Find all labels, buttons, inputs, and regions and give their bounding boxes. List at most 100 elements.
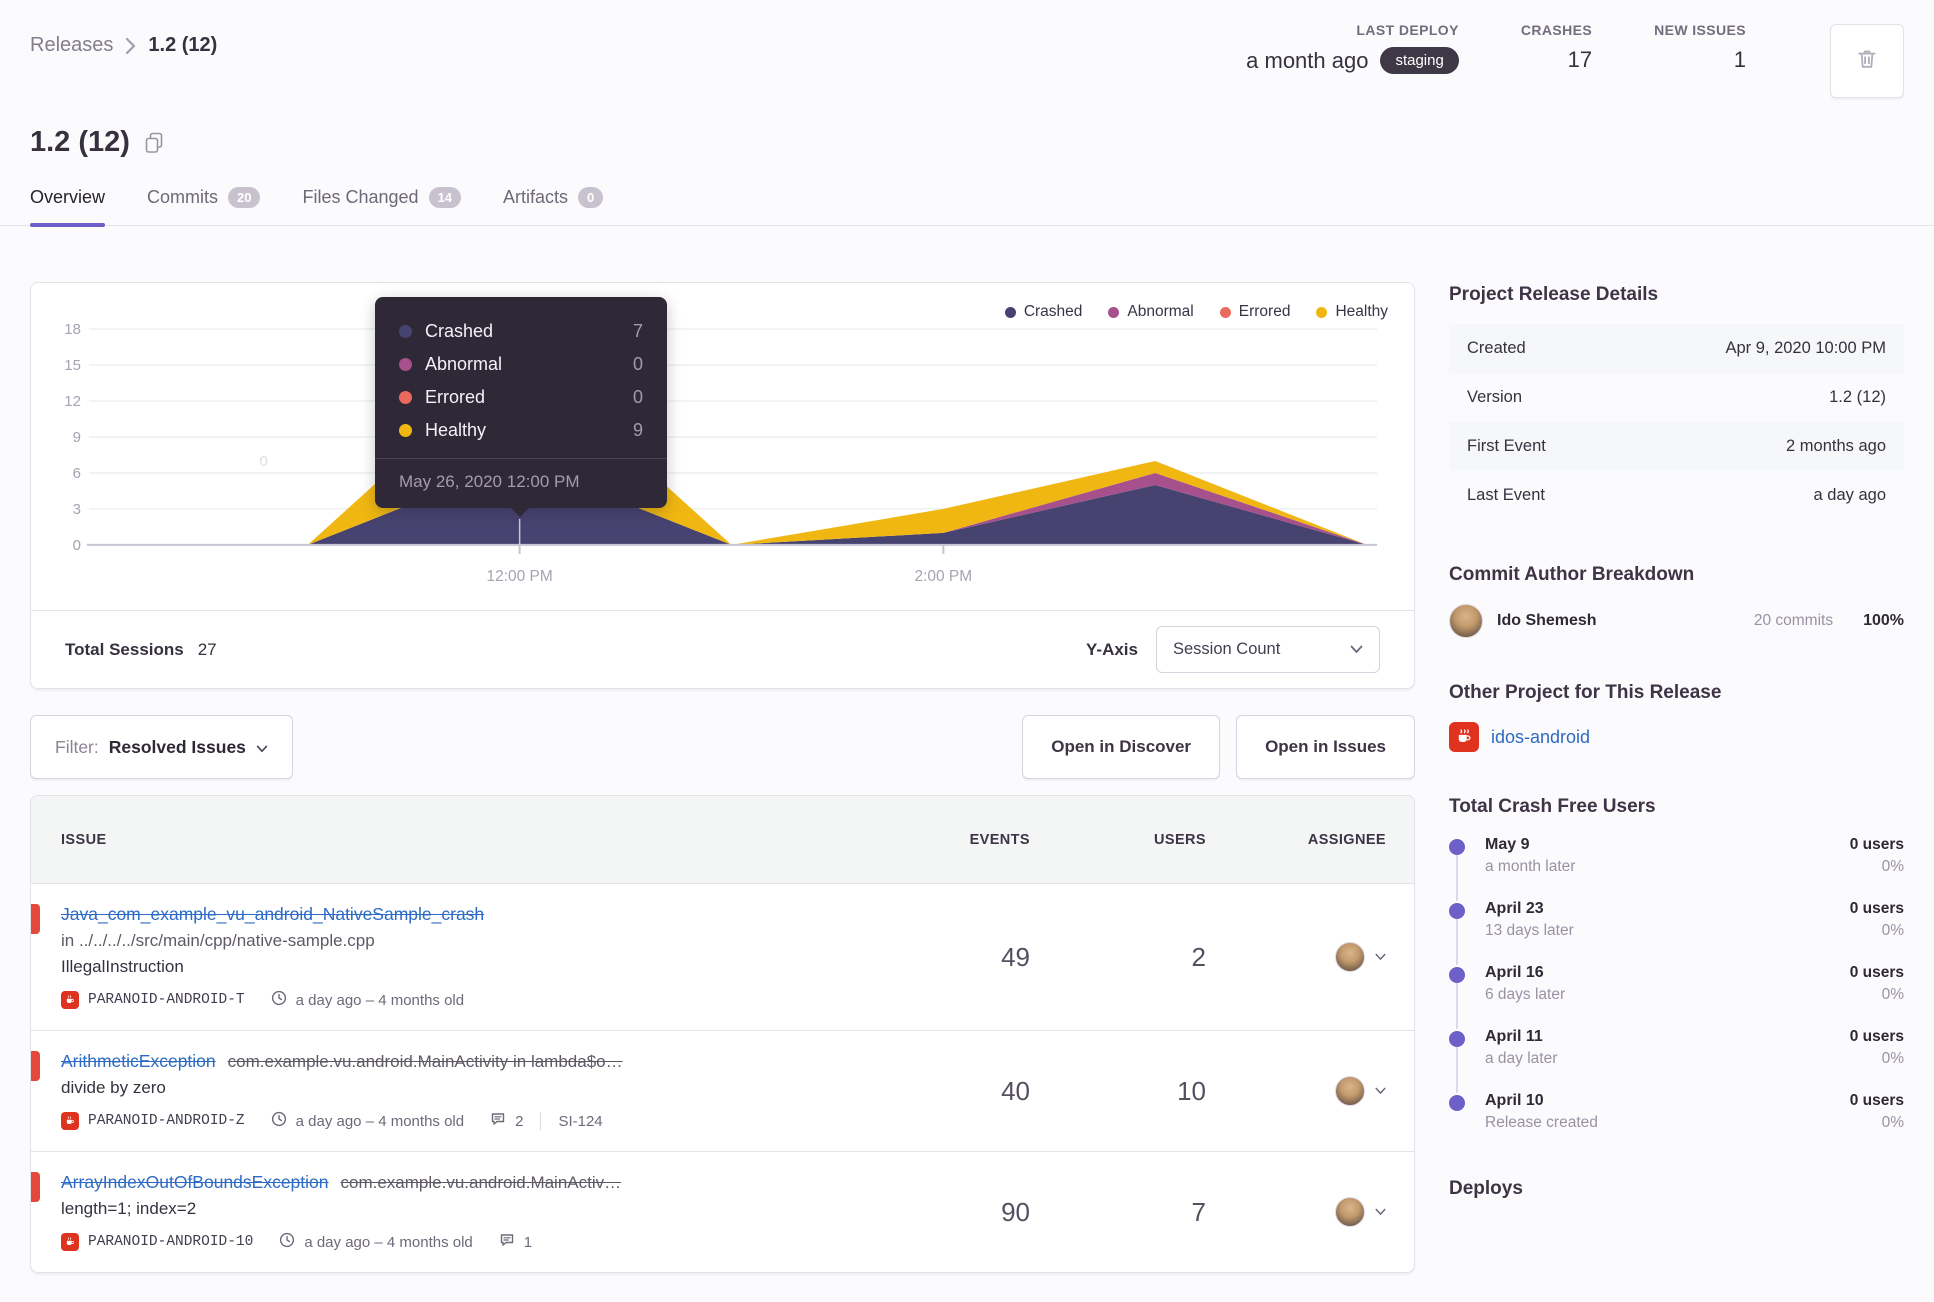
legend-item-errored[interactable]: Errored (1219, 303, 1290, 321)
tab-commits[interactable]: Commits 20 (147, 187, 261, 225)
chevron-down-icon (1375, 1203, 1386, 1221)
tab-overview[interactable]: Overview (30, 187, 106, 227)
delete-release-button[interactable] (1830, 24, 1904, 98)
timeline-date: April 10 (1485, 1092, 1544, 1109)
timeline-percent: 0% (1881, 1114, 1904, 1131)
page-title: 1.2 (12) (30, 126, 130, 158)
issue-title-link[interactable]: Java_com_example_vu_android_NativeSample… (61, 904, 484, 924)
copy-version-button[interactable] (144, 132, 164, 154)
tab-commits-label: Commits (147, 187, 219, 207)
svg-text:2:00 PM: 2:00 PM (915, 568, 973, 585)
list-item: April 16 6 days later 0 users 0% (1449, 964, 1904, 1029)
timeline-users: 0 users (1849, 964, 1904, 981)
tab-files-changed[interactable]: Files Changed 14 (302, 187, 462, 225)
detail-value: a day ago (1813, 486, 1886, 504)
assignee-dropdown[interactable] (1206, 942, 1386, 972)
issue-title-link[interactable]: ArithmeticException (61, 1051, 216, 1071)
legend-item-crashed[interactable]: Crashed (1004, 303, 1082, 321)
crash-free-timeline: May 9 a month later 0 users 0% April 23 … (1449, 836, 1904, 1132)
open-in-discover-button[interactable]: Open in Discover (1022, 715, 1221, 779)
issue-culprit: com.example.vu.android.MainActiv… (340, 1173, 622, 1192)
detail-value: 1.2 (12) (1829, 388, 1886, 406)
new-issues-label: NEW ISSUES (1654, 22, 1746, 38)
other-project-link[interactable]: idos-android (1491, 727, 1590, 748)
svg-text:9: 9 (73, 429, 81, 446)
project-avatar-icon (61, 991, 79, 1009)
y-axis-label: Y-Axis (1086, 639, 1138, 659)
unhandled-marker (31, 1172, 40, 1202)
healthy-dot-icon (1316, 306, 1328, 318)
detail-value: 2 months ago (1786, 437, 1886, 455)
total-sessions-label: Total Sessions (65, 639, 184, 659)
title-row: 1.2 (12) (30, 126, 1904, 159)
project-slug[interactable]: PARANOID-ANDROID-T (88, 992, 245, 1008)
timeline-date: May 9 (1485, 836, 1530, 853)
divider (540, 1112, 542, 1130)
open-in-issues-button[interactable]: Open in Issues (1236, 715, 1415, 779)
legend-healthy-label: Healthy (1335, 303, 1388, 320)
ticket-link[interactable]: SI-124 (558, 1113, 602, 1130)
timeline-users: 0 users (1849, 1028, 1904, 1045)
issue-age: a day ago – 4 months old (304, 1233, 473, 1251)
detail-label: Version (1467, 388, 1523, 406)
table-row: ArrayIndexOutOfBoundsException com.exampl… (31, 1152, 1414, 1272)
timeline-users: 0 users (1849, 836, 1904, 853)
issue-cell: ArrayIndexOutOfBoundsException com.exampl… (61, 1172, 910, 1252)
project-slug[interactable]: PARANOID-ANDROID-10 (88, 1234, 253, 1250)
author-commit-count: 20 commits (1753, 612, 1834, 629)
chevron-down-icon (1375, 1082, 1386, 1100)
timeline-users: 0 users (1849, 900, 1904, 917)
project-avatar-icon (1449, 722, 1479, 752)
assignee-dropdown[interactable] (1206, 1076, 1386, 1106)
legend-item-abnormal[interactable]: Abnormal (1108, 303, 1194, 321)
author-name: Ido Shemesh (1497, 612, 1597, 629)
clock-icon (271, 1111, 287, 1131)
crashed-dot-icon (1004, 306, 1016, 318)
chart-footer: Total Sessions 27 Y-Axis Session Count (31, 610, 1414, 688)
breadcrumb-chevron-icon (125, 37, 136, 55)
open-in-issues-label: Open in Issues (1265, 737, 1386, 756)
deploys-title: Deploys (1449, 1178, 1523, 1199)
issue-title-link[interactable]: ArrayIndexOutOfBoundsException (61, 1172, 329, 1192)
header-stats: LAST DEPLOY a month ago staging CRASHES … (1246, 22, 1904, 98)
y-axis-select[interactable]: Session Count (1156, 626, 1380, 673)
issues-table: ISSUE EVENTS USERS ASSIGNEE Java_com_exa… (30, 795, 1415, 1273)
issues-filter-dropdown[interactable]: Filter: Resolved Issues (30, 715, 293, 779)
other-project-title: Other Project for This Release (1449, 682, 1722, 703)
svg-text:0: 0 (73, 537, 81, 554)
column-header-issue: ISSUE (61, 831, 107, 848)
timeline-sub: a month later (1485, 858, 1576, 875)
breadcrumb-releases-link[interactable]: Releases (30, 34, 113, 57)
avatar (1449, 604, 1483, 638)
timeline-percent: 0% (1881, 1050, 1904, 1067)
legend-item-healthy[interactable]: Healthy (1316, 303, 1388, 321)
avatar (1335, 1197, 1365, 1227)
unhandled-marker (31, 1051, 40, 1081)
tab-overview-label: Overview (30, 187, 106, 207)
assignee-dropdown[interactable] (1206, 1197, 1386, 1227)
commit-author-row: Ido Shemesh 20 commits 100% (1449, 604, 1904, 638)
crashes-label: CRASHES (1520, 22, 1593, 38)
tooltip-abnormal-label: Abnormal (425, 354, 503, 374)
breadcrumb-current: 1.2 (12) (148, 34, 218, 56)
sessions-chart-canvas[interactable]: 0 3 6 9 12 15 18 0 12:00 PM 2:00 PM Crashed 7 Abn… (31, 283, 1414, 611)
stat-last-deploy: LAST DEPLOY a month ago staging (1246, 22, 1459, 74)
tooltip-errored-label: Errored (425, 387, 486, 407)
project-avatar-icon (61, 1233, 79, 1251)
timeline-dot-icon (1449, 903, 1465, 919)
timeline-date: April 11 (1485, 1028, 1543, 1045)
tab-artifacts[interactable]: Artifacts 0 (503, 187, 604, 225)
comments-icon (490, 1111, 506, 1131)
project-slug[interactable]: PARANOID-ANDROID-Z (88, 1113, 245, 1129)
tooltip-row-abnormal: Abnormal 0 (399, 348, 643, 381)
environment-badge: staging (1380, 47, 1459, 74)
timeline-percent: 0% (1881, 858, 1904, 875)
legend-abnormal-label: Abnormal (1127, 303, 1194, 320)
issue-message: IllegalInstruction (61, 957, 184, 976)
issue-age: a day ago – 4 months old (295, 991, 465, 1009)
svg-text:3: 3 (73, 501, 81, 518)
timeline-users: 0 users (1849, 1092, 1904, 1109)
issue-age: a day ago – 4 months old (295, 1112, 465, 1130)
detail-row-created: Created Apr 9, 2020 10:00 PM (1449, 324, 1904, 373)
table-row: ArithmeticException com.example.vu.androi… (31, 1031, 1414, 1152)
